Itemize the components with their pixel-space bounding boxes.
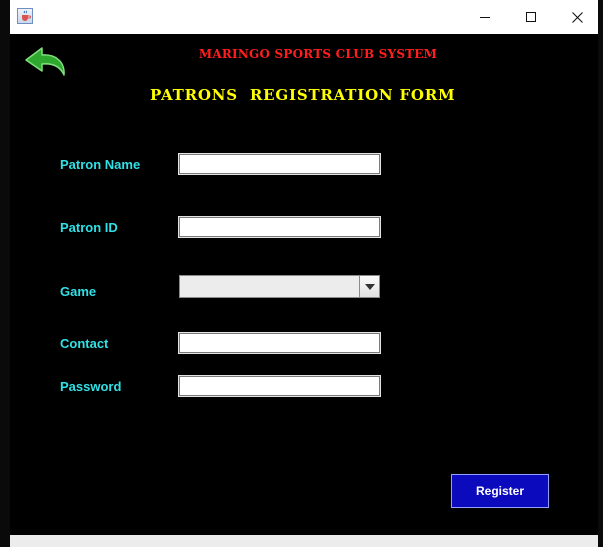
java-cup-icon	[17, 8, 33, 24]
app-window: MARINGO SPORTS CLUB SYSTEM PATRONS REGIS…	[10, 0, 598, 547]
patron-id-input[interactable]	[178, 216, 381, 238]
contact-input[interactable]	[178, 332, 381, 354]
window-bottom-edge	[10, 535, 598, 547]
chevron-down-icon	[364, 283, 375, 290]
register-button[interactable]: Register	[451, 474, 549, 508]
page-title: PATRONS REGISTRATION FORM	[150, 86, 456, 104]
contact-label: Contact	[60, 336, 109, 351]
patron-name-input[interactable]	[178, 153, 381, 175]
system-title: MARINGO SPORTS CLUB SYSTEM	[198, 47, 438, 61]
dropdown-arrow-button[interactable]	[359, 276, 379, 297]
minimize-button[interactable]	[462, 0, 508, 34]
title-bar[interactable]	[10, 0, 598, 34]
maximize-icon	[526, 12, 536, 22]
desktop-edge-left	[0, 0, 10, 547]
close-button[interactable]	[554, 0, 600, 34]
close-icon	[571, 11, 583, 23]
password-label: Password	[60, 379, 122, 394]
game-label: Game	[60, 284, 97, 299]
form-panel: MARINGO SPORTS CLUB SYSTEM PATRONS REGIS…	[10, 34, 598, 535]
patron-id-label: Patron ID	[60, 220, 118, 235]
minimize-icon	[480, 17, 490, 18]
desktop-edge-right	[598, 0, 603, 547]
maximize-button[interactable]	[508, 0, 554, 34]
patron-name-label: Patron Name	[60, 157, 141, 172]
game-select[interactable]	[179, 275, 380, 298]
password-input[interactable]	[178, 375, 381, 397]
